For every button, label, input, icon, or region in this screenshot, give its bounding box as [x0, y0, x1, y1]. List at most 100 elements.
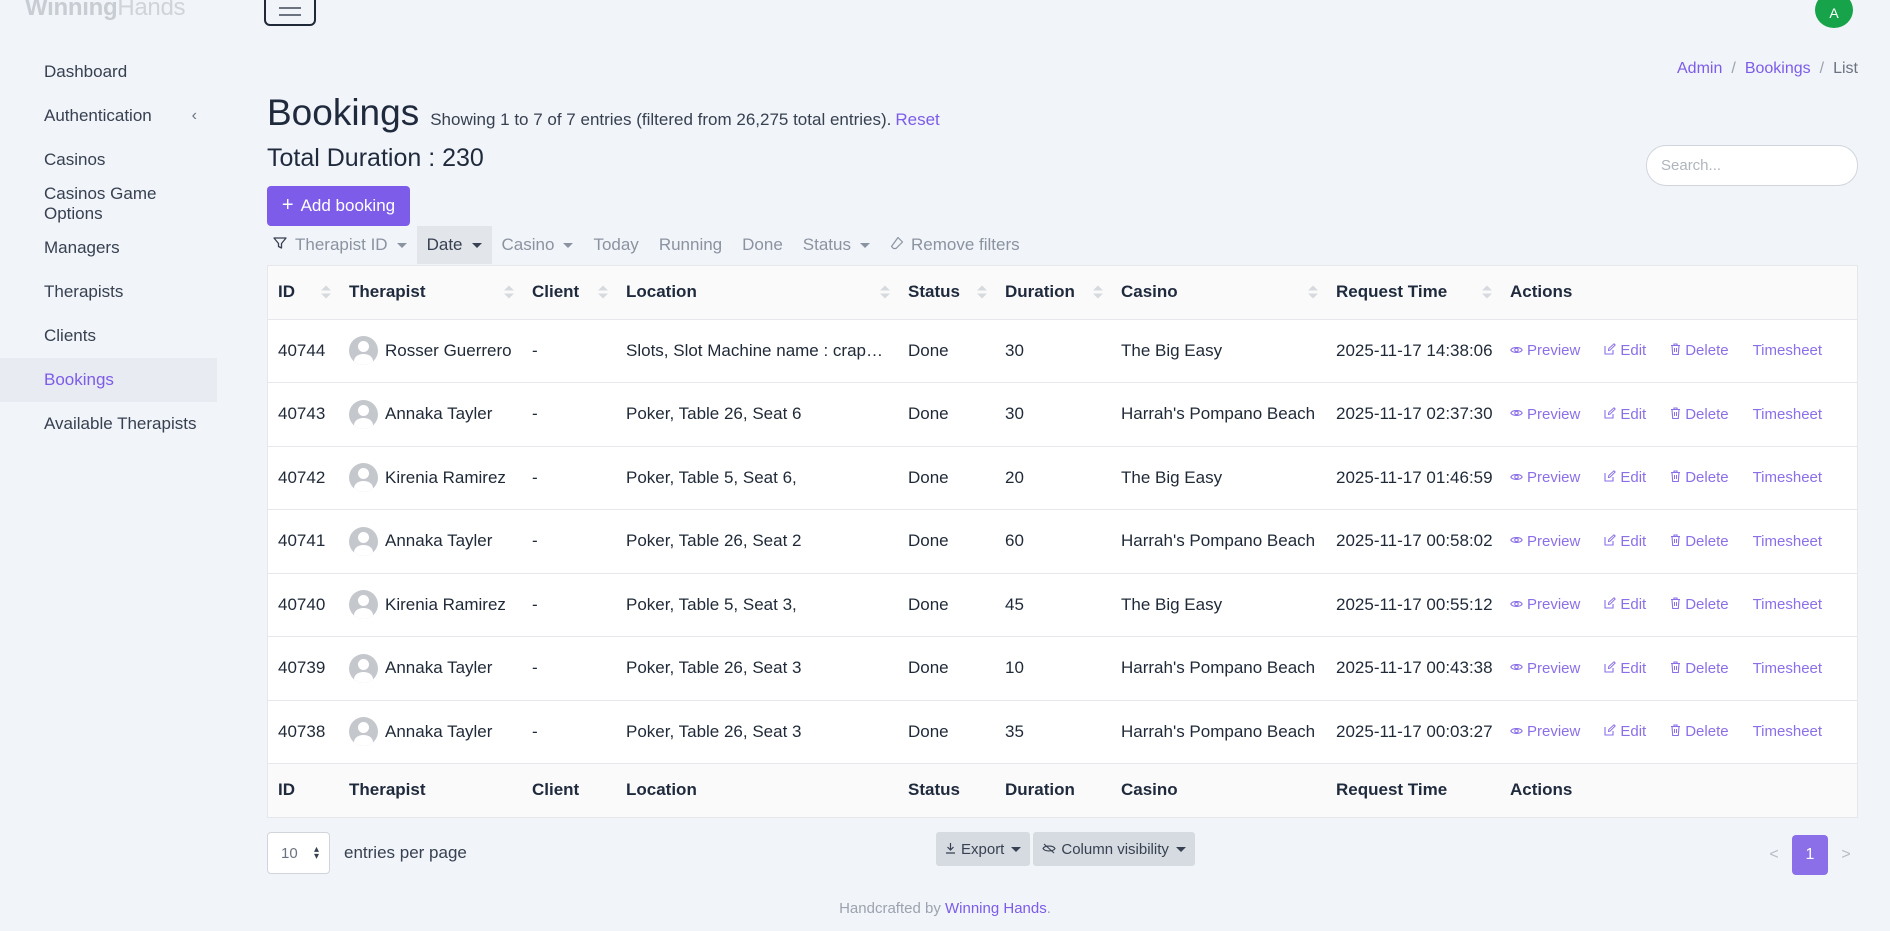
filter-today[interactable]: Today	[583, 226, 648, 264]
edit-button[interactable]: Edit	[1604, 342, 1646, 359]
delete-button[interactable]: Delete	[1670, 596, 1729, 613]
delete-button[interactable]: Delete	[1670, 405, 1729, 423]
delete-button[interactable]: Delete	[1670, 342, 1729, 359]
filter-status[interactable]: Status	[793, 226, 880, 264]
caret-down-icon	[471, 242, 482, 248]
column-header-client[interactable]: Client	[522, 266, 616, 320]
sidebar-item-authentication[interactable]: Authentication ‹	[0, 94, 217, 138]
timesheet-link[interactable]: Timesheet	[1753, 723, 1822, 740]
pencil-icon	[1604, 406, 1617, 422]
edit-button[interactable]: Edit	[1604, 469, 1646, 486]
location-text: Poker, Table 26, Seat 6	[626, 404, 802, 424]
therapist-name: Kirenia Ramirez	[385, 467, 506, 487]
plus-icon: +	[281, 194, 294, 216]
timesheet-link[interactable]: Timesheet	[1753, 342, 1822, 359]
timesheet-label: Timesheet	[1752, 469, 1823, 487]
sidebar-item-managers[interactable]: Managers	[0, 226, 217, 270]
sidebar-item-bookings[interactable]: Bookings	[0, 358, 217, 402]
breadcrumb-current: List	[1833, 60, 1858, 77]
cell-id: 40744	[268, 319, 339, 383]
cell-casino: Harrah's Pompano Beach	[1121, 721, 1316, 741]
sidebar-item-casinos[interactable]: Casinos	[0, 138, 217, 182]
add-booking-button[interactable]: + Add booking	[267, 186, 410, 226]
preview-button[interactable]: Preview	[1510, 723, 1580, 740]
timesheet-link[interactable]: Timesheet	[1753, 406, 1822, 423]
menu-toggle-button[interactable]	[264, 0, 316, 26]
sidebar-item-label: Authentication	[44, 106, 152, 125]
download-icon	[945, 841, 956, 858]
export-button[interactable]: Export	[936, 832, 1031, 866]
sidebar-item-available-therapists[interactable]: Available Therapists	[0, 402, 217, 446]
sidebar-item-clients[interactable]: Clients	[0, 314, 217, 358]
timesheet-link[interactable]: Timesheet	[1753, 660, 1822, 677]
preview-button[interactable]: Preview	[1510, 469, 1580, 486]
delete-button[interactable]: Delete	[1670, 533, 1729, 550]
breadcrumb-bookings[interactable]: Bookings	[1745, 60, 1811, 78]
column-label: Duration	[1005, 282, 1075, 302]
edit-label: Edit	[1620, 405, 1647, 423]
remove-filters-button[interactable]: Remove filters	[880, 226, 1030, 264]
filter-therapist-id[interactable]: Therapist ID	[285, 226, 417, 264]
filter-casino[interactable]: Casino	[492, 226, 584, 264]
preview-button[interactable]: Preview	[1510, 533, 1580, 550]
sidebar-item-therapists[interactable]: Therapists	[0, 270, 217, 314]
trash-icon	[1670, 470, 1681, 485]
column-header-duration[interactable]: Duration	[995, 266, 1111, 320]
therapist-avatar-icon	[349, 717, 378, 747]
delete-label: Delete	[1685, 405, 1729, 423]
filter-bar: Therapist ID Date Casino Today Running D…	[267, 226, 1030, 264]
breadcrumb-admin[interactable]: Admin	[1677, 60, 1722, 78]
timesheet-link[interactable]: Timesheet	[1753, 469, 1822, 486]
delete-button[interactable]: Delete	[1670, 723, 1729, 740]
edit-button[interactable]: Edit	[1604, 596, 1646, 613]
column-header-location[interactable]: Location	[616, 266, 898, 320]
reset-link[interactable]: Reset	[895, 110, 939, 129]
preview-button[interactable]: Preview	[1510, 660, 1580, 677]
preview-button[interactable]: Preview	[1510, 342, 1580, 359]
hamburger-line	[279, 13, 301, 16]
column-visibility-button[interactable]: Column visibility	[1033, 832, 1195, 866]
column-header-therapist[interactable]: Therapist	[339, 266, 522, 320]
timesheet-link[interactable]: Timesheet	[1753, 533, 1822, 550]
preview-button[interactable]: Preview	[1510, 596, 1580, 613]
filter-done[interactable]: Done	[732, 226, 793, 264]
edit-label: Edit	[1620, 342, 1647, 360]
preview-label: Preview	[1527, 532, 1581, 550]
brand-logo[interactable]: WinningHands	[25, 0, 186, 22]
table-row: 40743 Annaka Tayler - Poker, Table 26, S…	[268, 382, 1857, 447]
cell-id: 40740	[268, 573, 339, 637]
filter-label: Remove filters	[910, 235, 1020, 254]
cell-id: 40738	[278, 721, 326, 741]
pagination-prev[interactable]: <	[1762, 846, 1786, 864]
cell-duration: 30	[995, 382, 1111, 447]
per-page-select[interactable]: 10 ▴ ▾	[267, 832, 330, 874]
column-header-casino[interactable]: Casino	[1111, 266, 1326, 320]
sidebar-item-label: Casinos	[44, 150, 106, 169]
sidebar-item-casinos-game-options[interactable]: Casinos Game Options	[0, 182, 217, 226]
pagination-page[interactable]: 1	[1792, 835, 1828, 875]
preview-button[interactable]: Preview	[1510, 406, 1580, 423]
column-label: Casino	[1121, 282, 1178, 302]
pagination-next[interactable]: >	[1834, 846, 1858, 864]
timesheet-link[interactable]: Timesheet	[1753, 596, 1822, 613]
filter-date[interactable]: Date	[416, 226, 492, 264]
footer-brand-link[interactable]: Winning Hands	[945, 900, 1047, 917]
edit-button[interactable]: Edit	[1604, 660, 1646, 677]
column-header-status[interactable]: Status	[898, 266, 995, 320]
edit-button[interactable]: Edit	[1604, 533, 1646, 550]
delete-button[interactable]: Delete	[1670, 660, 1729, 677]
search-input[interactable]	[1646, 145, 1858, 186]
column-header-id[interactable]: ID	[268, 266, 339, 320]
cell-client: -	[522, 509, 616, 574]
delete-button[interactable]: Delete	[1670, 469, 1729, 486]
sort-icon	[598, 285, 608, 299]
edit-button[interactable]: Edit	[1604, 406, 1646, 423]
sidebar-item-dashboard[interactable]: Dashboard	[0, 50, 217, 94]
filter-running[interactable]: Running	[649, 226, 732, 264]
filter-label: Therapist ID	[295, 235, 388, 254]
edit-button[interactable]: Edit	[1604, 723, 1646, 740]
user-avatar[interactable]: A	[1815, 0, 1853, 28]
column-header-request-time[interactable]: Request Time	[1326, 266, 1500, 320]
cell-client: -	[522, 446, 616, 510]
location-text: Poker, Table 26, Seat 3	[626, 721, 802, 741]
